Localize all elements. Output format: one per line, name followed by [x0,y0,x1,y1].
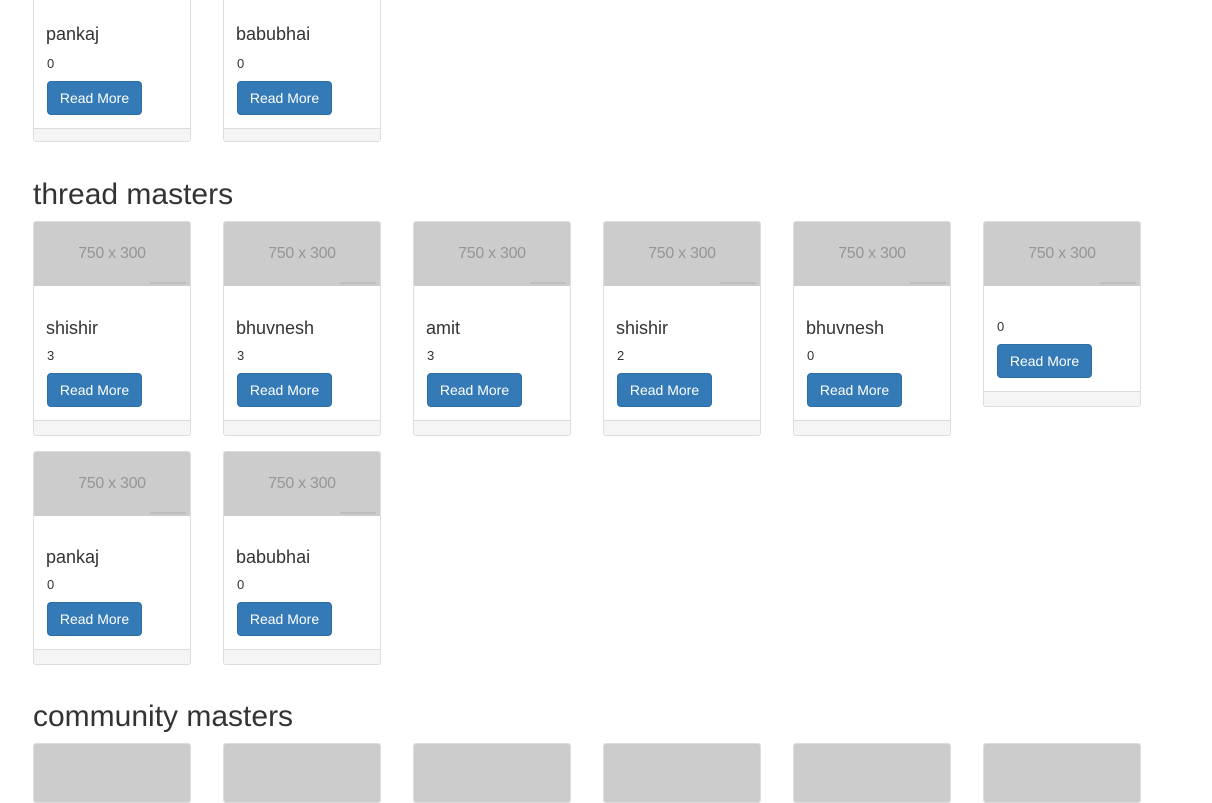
card-image-placeholder [984,744,1140,802]
card-name: babubhai [236,547,311,567]
card-image-placeholder [794,744,950,802]
card-name: pankaj [46,24,100,44]
card-image-placeholder: 750 x 300 [34,222,190,286]
section-title-thread-masters: thread masters [33,178,234,211]
card-count: 3 [47,348,55,363]
card-count: 0 [47,56,55,71]
card-image-placeholder [34,744,190,802]
card-count: 0 [997,319,1005,334]
card-footer [34,420,190,435]
user-card: 750 x 300 shishir 3 Read More [33,221,191,436]
user-card [223,743,381,803]
card-footer [34,649,190,664]
card-footer [224,649,380,664]
user-card: 750 x 300 shishir 2 Read More [603,221,761,436]
card-name: shishir [46,318,99,338]
section-title-community-masters: community masters [33,700,294,733]
user-card [603,743,761,803]
read-more-button[interactable]: Read More [237,81,332,115]
user-card: 750 x 300 amit 3 Read More [413,221,571,436]
card-image-placeholder [604,744,760,802]
read-more-button[interactable]: Read More [807,373,902,407]
read-more-button[interactable]: Read More [997,344,1092,378]
card-footer [794,420,950,435]
card-body: babubhai 0 Read More [224,0,380,141]
user-card: 750 x 300 bhuvnesh 3 Read More [223,221,381,436]
card-image-placeholder: 750 x 300 [34,452,190,516]
card-count: 3 [237,348,245,363]
user-card: babubhai 0 Read More [223,0,381,142]
card-body: pankaj 0 Read More [34,0,190,141]
user-card [413,743,571,803]
card-name: babubhai [236,24,311,44]
card-name: bhuvnesh [236,318,315,338]
card-name: shishir [616,318,669,338]
card-image-placeholder: 750 x 300 [984,222,1140,286]
read-more-button[interactable]: Read More [237,602,332,636]
card-footer [984,391,1140,406]
card-count: 0 [237,577,245,592]
card-image-placeholder: 750 x 300 [224,452,380,516]
read-more-button[interactable]: Read More [47,81,142,115]
user-card: pankaj 0 Read More [33,0,191,142]
card-name: amit [426,318,461,338]
user-card: 750 x 300 babubhai 0 Read More [223,451,381,665]
card-image-placeholder [224,744,380,802]
user-card [33,743,191,803]
user-card [983,743,1141,803]
card-count: 0 [237,56,245,71]
card-image-placeholder: 750 x 300 [414,222,570,286]
read-more-button[interactable]: Read More [237,373,332,407]
card-count: 3 [427,348,435,363]
card-footer [604,420,760,435]
read-more-button[interactable]: Read More [47,602,142,636]
read-more-button[interactable]: Read More [427,373,522,407]
read-more-button[interactable]: Read More [47,373,142,407]
card-footer [224,128,380,141]
user-card: 750 x 300 pankaj 0 Read More [33,451,191,665]
user-card: 750 x 300 0 Read More [983,221,1141,407]
read-more-button[interactable]: Read More [617,373,712,407]
card-image-placeholder: 750 x 300 [794,222,950,286]
card-count: 0 [47,577,55,592]
user-card: 750 x 300 bhuvnesh 0 Read More [793,221,951,436]
card-name: bhuvnesh [806,318,885,338]
card-count: 2 [617,348,625,363]
card-image-placeholder: 750 x 300 [224,222,380,286]
card-footer [34,128,190,141]
card-image-placeholder: 750 x 300 [604,222,760,286]
card-footer [414,420,570,435]
card-count: 0 [807,348,815,363]
card-image-placeholder [414,744,570,802]
card-footer [224,420,380,435]
user-card [793,743,951,803]
card-name: pankaj [46,547,100,567]
